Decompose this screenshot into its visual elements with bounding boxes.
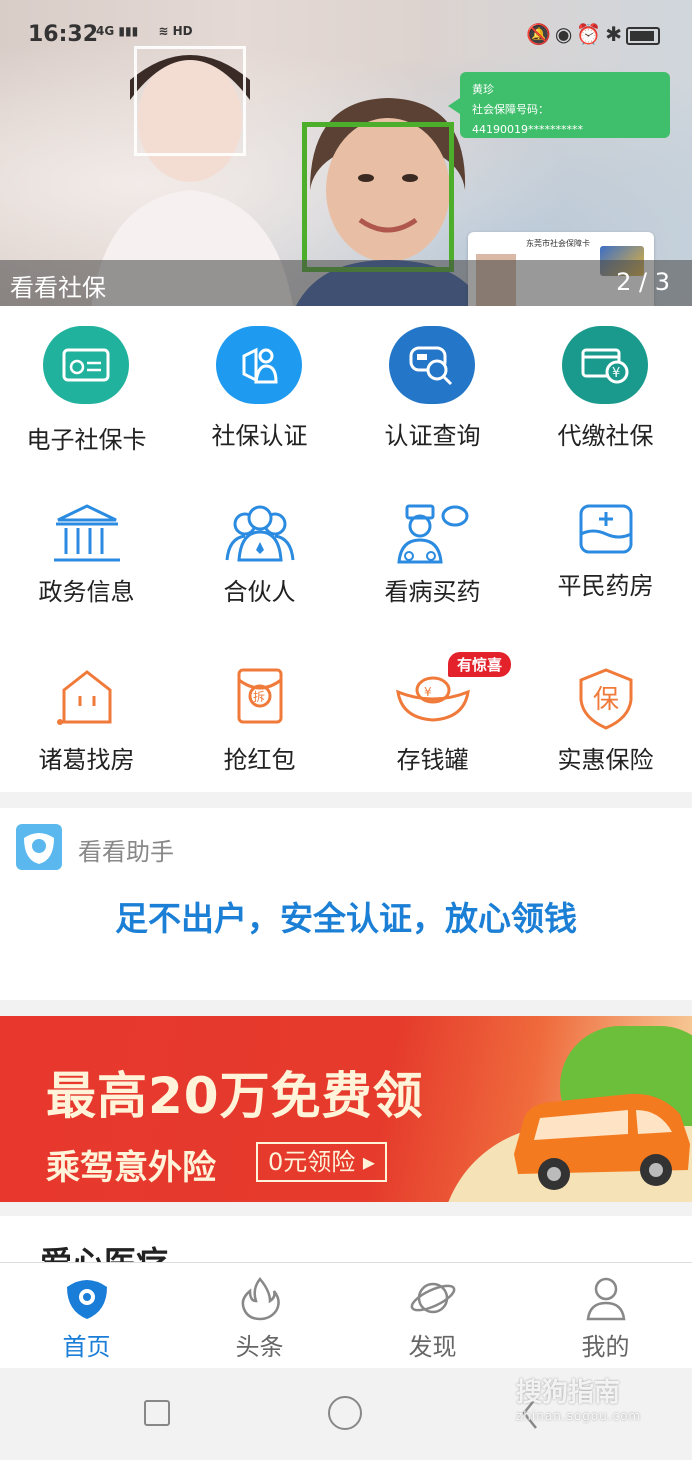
hero-caption: 看看社保 bbox=[10, 274, 106, 302]
tab-discover[interactable]: 发现 bbox=[346, 1263, 519, 1369]
shield-person-icon bbox=[216, 326, 304, 406]
tab-home[interactable]: 首页 bbox=[0, 1263, 173, 1369]
social-card-icon bbox=[43, 326, 131, 406]
service-label: 看病买药 bbox=[384, 578, 481, 606]
service-item[interactable]: 保 实惠保险 bbox=[519, 666, 692, 816]
assistant-card[interactable]: 看看助手 足不出户，安全认证，放心领钱 bbox=[0, 808, 692, 1000]
svg-text:保: 保 bbox=[593, 685, 619, 715]
watermark: 搜狗指南 zhinan.sogou.com bbox=[516, 1372, 686, 1432]
tab-profile[interactable]: 我的 bbox=[519, 1263, 692, 1369]
hero-caption-bar: 看看社保 2 / 3 bbox=[0, 260, 692, 306]
battery-icon bbox=[626, 26, 660, 45]
svg-text:拆: 拆 bbox=[253, 689, 265, 704]
car-illustration bbox=[514, 1093, 690, 1190]
tab-label: 首页 bbox=[62, 1333, 111, 1361]
service-item[interactable]: 社保认证 bbox=[173, 326, 346, 476]
service-label: 诸葛找房 bbox=[38, 746, 135, 774]
service-item[interactable]: 政务信息 bbox=[0, 502, 173, 652]
payment-card-icon: ¥ bbox=[562, 326, 650, 406]
bubble-name: 黄珍 bbox=[472, 83, 494, 96]
tab-label: 我的 bbox=[581, 1333, 630, 1361]
house-icon bbox=[43, 666, 131, 746]
service-item[interactable]: 合伙人 bbox=[173, 502, 346, 652]
planet-icon bbox=[410, 1282, 456, 1314]
partners-icon bbox=[216, 502, 304, 582]
network-indicator: 4G ▮▮▮ ≋ HD bbox=[96, 24, 193, 38]
insurance-ad-banner[interactable]: 最高20万免费领 乘驾意外险 0元领险 ▸ bbox=[0, 1016, 692, 1202]
red-envelope-icon: 拆 bbox=[216, 666, 304, 746]
face-match-frame bbox=[302, 122, 454, 272]
wifi-icon: ≋ bbox=[158, 24, 169, 38]
network-label: 4G bbox=[96, 24, 115, 38]
watermark-text: 搜狗指南 bbox=[516, 1378, 621, 1408]
svg-text:¥: ¥ bbox=[612, 366, 620, 381]
service-label: 代缴社保 bbox=[557, 422, 654, 450]
tab-label: 发现 bbox=[408, 1333, 457, 1361]
insurance-shield-icon: 保 bbox=[562, 666, 650, 746]
id-bubble: 黄珍 社会保障号码：44190019********** bbox=[448, 72, 670, 138]
ad-headline: 最高20万免费领 bbox=[46, 1067, 424, 1125]
hero-pager: 2 / 3 bbox=[616, 268, 670, 296]
service-label: 社保认证 bbox=[211, 422, 308, 450]
signal-icon: ▮▮▮ bbox=[118, 24, 139, 38]
home-icon bbox=[67, 1280, 107, 1319]
ad-claim-button[interactable]: 0元领险 ▸ bbox=[256, 1142, 387, 1182]
alarm-icon: ⏰ bbox=[576, 22, 606, 46]
mute-bell-icon: 🔕 bbox=[525, 22, 555, 46]
service-item[interactable]: 平民药房 bbox=[519, 502, 692, 652]
service-label: 抢红包 bbox=[223, 746, 296, 774]
assistant-logo-icon bbox=[16, 824, 62, 870]
search-card-icon bbox=[389, 326, 477, 406]
assistant-slogan: 足不出户，安全认证，放心领钱 bbox=[115, 899, 577, 938]
lock-icon: ◉ bbox=[554, 22, 577, 46]
service-item[interactable]: 看病买药 bbox=[346, 502, 519, 652]
service-label: 合伙人 bbox=[223, 578, 296, 606]
home-button[interactable] bbox=[328, 1396, 362, 1430]
bottom-tab-bar: 首页 头条 发现 我的 bbox=[0, 1262, 692, 1368]
tab-headlines[interactable]: 头条 bbox=[173, 1263, 346, 1369]
hd-label: HD bbox=[172, 24, 193, 38]
bluetooth-icon: ✱ bbox=[605, 22, 626, 46]
tab-label: 头条 bbox=[235, 1333, 284, 1361]
service-label: 电子社保卡 bbox=[26, 426, 147, 454]
service-label: 平民药房 bbox=[557, 572, 654, 600]
service-label: 实惠保险 bbox=[557, 746, 654, 774]
service-label: 政务信息 bbox=[38, 578, 135, 606]
profile-icon bbox=[586, 1277, 626, 1321]
service-item[interactable]: 拆 抢红包 bbox=[173, 666, 346, 816]
svg-text:¥: ¥ bbox=[424, 685, 432, 699]
service-label: 存钱罐 bbox=[396, 746, 469, 774]
service-item[interactable]: 认证查询 bbox=[346, 326, 519, 476]
watermark-url: zhinan.sogou.com bbox=[516, 1409, 642, 1423]
gold-ingot-icon: ¥ bbox=[389, 666, 477, 746]
ad-subline: 乘驾意外险 bbox=[46, 1148, 216, 1188]
app-screen: 黄珍 社会保障号码：44190019********** 东莞市社会保障卡 看看… bbox=[0, 0, 692, 1460]
service-item[interactable]: ¥ 代缴社保 bbox=[519, 326, 692, 476]
service-item[interactable]: 诸葛找房 bbox=[0, 666, 173, 816]
service-item[interactable]: ¥ 存钱罐 bbox=[346, 666, 519, 816]
government-building-icon bbox=[43, 502, 131, 582]
assistant-name: 看看助手 bbox=[78, 838, 174, 866]
doctor-icon bbox=[389, 502, 477, 582]
bubble-id: 社会保障号码：44190019********** bbox=[472, 103, 583, 136]
service-label: 认证查询 bbox=[384, 422, 481, 450]
flame-icon bbox=[241, 1277, 280, 1321]
status-icons: 🔕◉⏰✱ bbox=[526, 22, 660, 46]
recents-button[interactable] bbox=[144, 1400, 170, 1426]
status-bar: 16:32 4G ▮▮▮ ≋ HD 🔕◉⏰✱ bbox=[0, 0, 692, 70]
services-grid: 电子社保卡 社保认证 认证查询 ¥ 代缴社保 政务信息 合伙人 看病买药 平民药… bbox=[0, 306, 692, 792]
service-item[interactable]: 电子社保卡 bbox=[0, 326, 173, 476]
surprise-badge: 有惊喜 bbox=[448, 652, 512, 677]
status-time: 16:32 bbox=[28, 22, 99, 47]
